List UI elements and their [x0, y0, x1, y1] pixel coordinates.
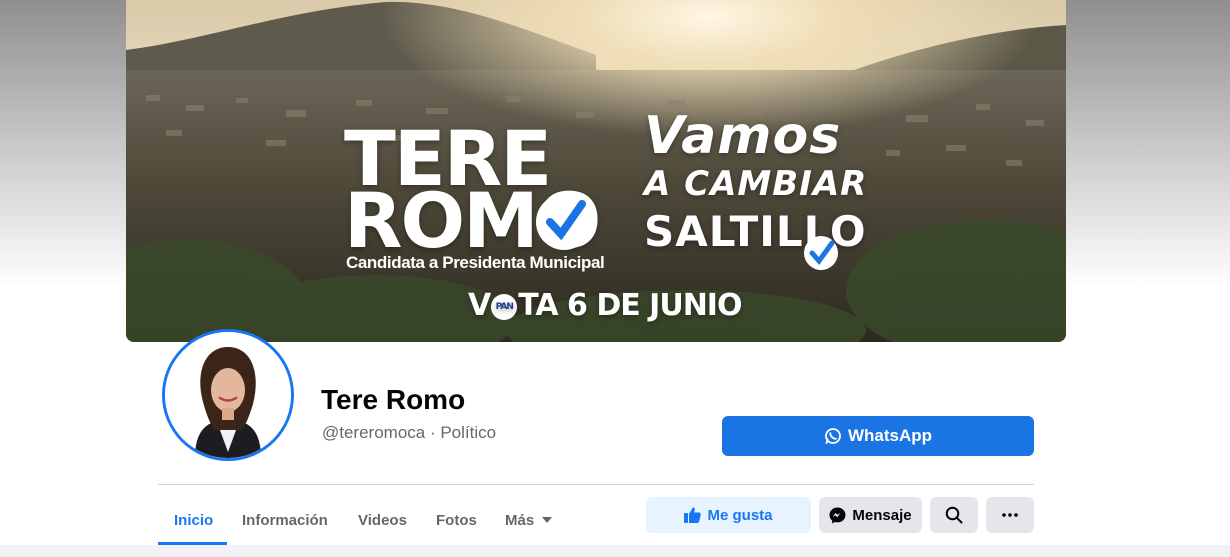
vote-prefix: V	[468, 288, 491, 323]
cover-slogan-line2: A CAMBIAR	[644, 164, 868, 204]
more-options-button[interactable]	[986, 497, 1034, 533]
page-handle-category: @tereromoca · Político	[322, 423, 497, 442]
cover-subtitle: Candidata a Presidenta Municipal	[346, 253, 605, 272]
cover-photo[interactable]: TERE ROMO Candidata a Presidenta Municip…	[126, 0, 1066, 342]
tab-videos[interactable]: Videos	[342, 496, 423, 544]
messenger-icon	[829, 507, 846, 524]
pan-logo-icon: PAN	[491, 293, 518, 320]
tab-fotos[interactable]: Fotos	[420, 496, 493, 544]
cover-slogan-line1: Vamos	[644, 106, 842, 166]
message-button[interactable]: Mensaje	[819, 497, 922, 533]
profile-photo-image	[165, 332, 291, 458]
check-badge-icon	[536, 194, 592, 250]
tab-mas[interactable]: Más	[489, 496, 568, 544]
more-dots-icon	[1002, 513, 1018, 517]
tab-inicio[interactable]: Inicio	[158, 496, 229, 544]
like-button[interactable]: Me gusta	[646, 497, 811, 533]
tab-label: Inicio	[174, 511, 214, 529]
tab-label: Fotos	[436, 511, 477, 529]
feed-background	[0, 545, 1230, 557]
message-button-label: Mensaje	[852, 506, 912, 524]
search-icon	[945, 506, 963, 524]
caret-down-icon	[542, 517, 553, 523]
whatsapp-button-label: WhatsApp	[847, 426, 933, 445]
whatsapp-button[interactable]: WhatsApp	[722, 416, 1034, 456]
page-title: Tere Romo	[321, 384, 466, 415]
tab-informacion[interactable]: Información	[226, 496, 344, 544]
tab-label: Más	[505, 511, 535, 529]
search-button[interactable]	[930, 497, 978, 533]
cover-vote-date: V PAN TA 6 DE JUNIO	[468, 288, 742, 323]
cover-slogan: Vamos A CAMBIAR SALTILLO	[644, 106, 868, 256]
like-button-label: Me gusta	[707, 506, 773, 524]
tab-label: Videos	[358, 511, 407, 529]
tab-label: Información	[242, 511, 328, 529]
slogan-check-icon	[804, 236, 838, 270]
profile-avatar[interactable]	[162, 329, 294, 461]
thumbs-up-icon	[684, 507, 702, 523]
vote-suffix: TA 6 DE JUNIO	[518, 288, 742, 323]
header-divider	[158, 484, 1034, 485]
whatsapp-icon	[824, 427, 842, 445]
